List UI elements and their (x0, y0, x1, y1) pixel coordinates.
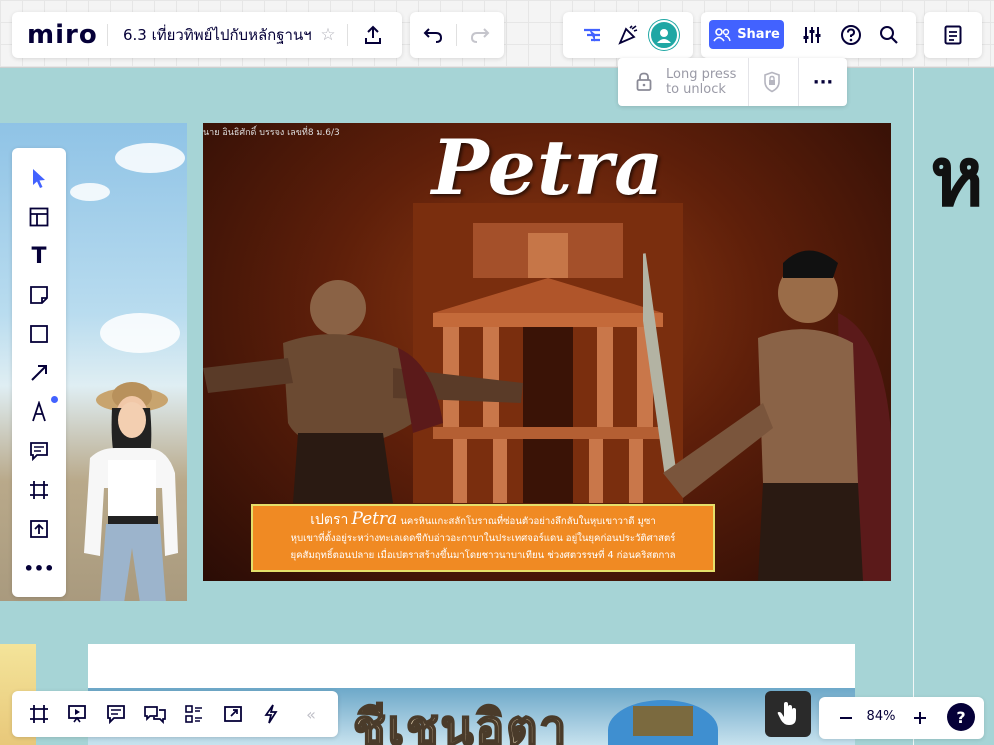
person-photo (84, 382, 178, 601)
cloud-shape (70, 183, 110, 201)
board-title[interactable]: 6.3 เที่ยวทิพย์ไปกับหลักฐานฯ (123, 23, 313, 47)
connector-line-icon[interactable] (24, 358, 54, 388)
active-indicator-dot (51, 396, 58, 403)
board-header-panel: miro 6.3 เที่ยวทิพย์ไปกับหลักฐานฯ ☆ (12, 12, 402, 58)
right-frame-heading: ห (930, 130, 985, 225)
users-icon (713, 27, 731, 41)
notes-icon[interactable] (938, 20, 968, 50)
petra-slide[interactable]: นาย อินธิศักดิ์ บรรจง เลขที่8 ม.6/3 Petr… (203, 123, 891, 581)
chat-icon[interactable] (140, 699, 170, 729)
caption-lead: เปตรา (310, 512, 349, 528)
white-frame-strip[interactable] (88, 644, 855, 688)
lock-popup: Long press to unlock ··· (618, 58, 847, 106)
miro-logo[interactable]: miro (27, 20, 107, 50)
reactions-icon[interactable] (577, 26, 607, 44)
unlock-hint: Long press to unlock (666, 67, 736, 97)
zoom-in-icon[interactable] (905, 703, 935, 733)
divider (748, 58, 749, 106)
warrior-left-image (203, 280, 523, 503)
share-label: Share (737, 27, 780, 42)
caption-text-2: หุบเขาที่ตั้งอยู่ระหว่างทะเลเดดซีกับอ่าว… (290, 533, 676, 544)
select-tool-icon[interactable] (24, 163, 54, 193)
card-list-icon[interactable] (179, 699, 209, 729)
caption-text-1: นครหินแกะสลักโบราณที่ซ่อนตัวอย่างลึกลับใ… (400, 516, 656, 527)
redo-icon[interactable] (465, 27, 495, 43)
more-icon[interactable]: ··· (810, 70, 836, 94)
caption-petra-word: Petra (351, 509, 398, 529)
creation-toolbar: T ••• (12, 148, 66, 597)
undo-redo-panel (410, 12, 504, 58)
shape-tool-icon[interactable] (24, 319, 54, 349)
comments-icon[interactable] (101, 699, 131, 729)
divider (456, 24, 457, 46)
notes-panel (924, 12, 982, 58)
unlock-hint-line2: to unlock (666, 82, 726, 97)
templates-icon[interactable] (24, 202, 54, 232)
divider (798, 58, 799, 106)
upload-icon[interactable] (358, 25, 388, 45)
undo-icon[interactable] (418, 27, 448, 43)
zoom-out-icon[interactable] (831, 703, 861, 733)
pyramid-top (633, 706, 693, 736)
bottom-toolbar: « (12, 691, 338, 737)
collapse-toolbar-icon[interactable]: « (296, 699, 326, 729)
frame-divider (913, 68, 914, 745)
zoom-panel: 84% ? (819, 697, 984, 739)
upload-tool-icon[interactable] (24, 514, 54, 544)
bottom-banner-title: ชีเชนอิตา (352, 699, 569, 745)
presentation-icon[interactable] (62, 699, 92, 729)
sticky-note-icon[interactable] (24, 280, 54, 310)
share-button[interactable]: Share (709, 20, 784, 49)
help-circle-icon[interactable]: ? (947, 703, 975, 731)
celebrate-icon[interactable] (613, 24, 643, 46)
frame-tool-icon[interactable] (24, 475, 54, 505)
unlock-hint-line1: Long press (666, 67, 737, 82)
zoom-level[interactable]: 84% (863, 709, 899, 724)
search-icon[interactable] (874, 20, 904, 50)
star-icon[interactable]: ☆ (317, 25, 339, 45)
caption-text-3: ยุคสัมฤทธิ์ตอนปลาย เมื่อเปตราสร้างขึ้นมา… (290, 550, 676, 561)
petra-title: Petra (431, 123, 665, 212)
collab-panel (563, 12, 693, 58)
petra-caption: เปตรา Petra นครหินแกะสลักโบราณที่ซ่อนตัว… (251, 504, 715, 572)
frames-icon[interactable] (24, 699, 54, 729)
sliders-icon[interactable] (797, 20, 827, 50)
more-tools-icon[interactable]: ••• (24, 553, 55, 583)
lock-icon[interactable] (632, 70, 656, 94)
share-screen-icon[interactable] (218, 699, 248, 729)
help-icon[interactable] (836, 20, 866, 50)
divider (347, 24, 348, 46)
shield-lock-icon[interactable] (760, 70, 784, 94)
cloud-shape (115, 143, 185, 173)
text-tool-icon[interactable]: T (24, 241, 54, 271)
hand-tool-icon[interactable] (765, 691, 811, 737)
avatar[interactable] (649, 20, 679, 50)
divider (107, 24, 108, 46)
lightning-icon[interactable] (256, 699, 286, 729)
cloud-shape (100, 313, 180, 353)
pen-tool-icon[interactable] (24, 397, 54, 427)
comment-icon[interactable] (24, 436, 54, 466)
author-label: นาย อินธิศักดิ์ บรรจง เลขที่8 ม.6/3 (203, 128, 340, 138)
